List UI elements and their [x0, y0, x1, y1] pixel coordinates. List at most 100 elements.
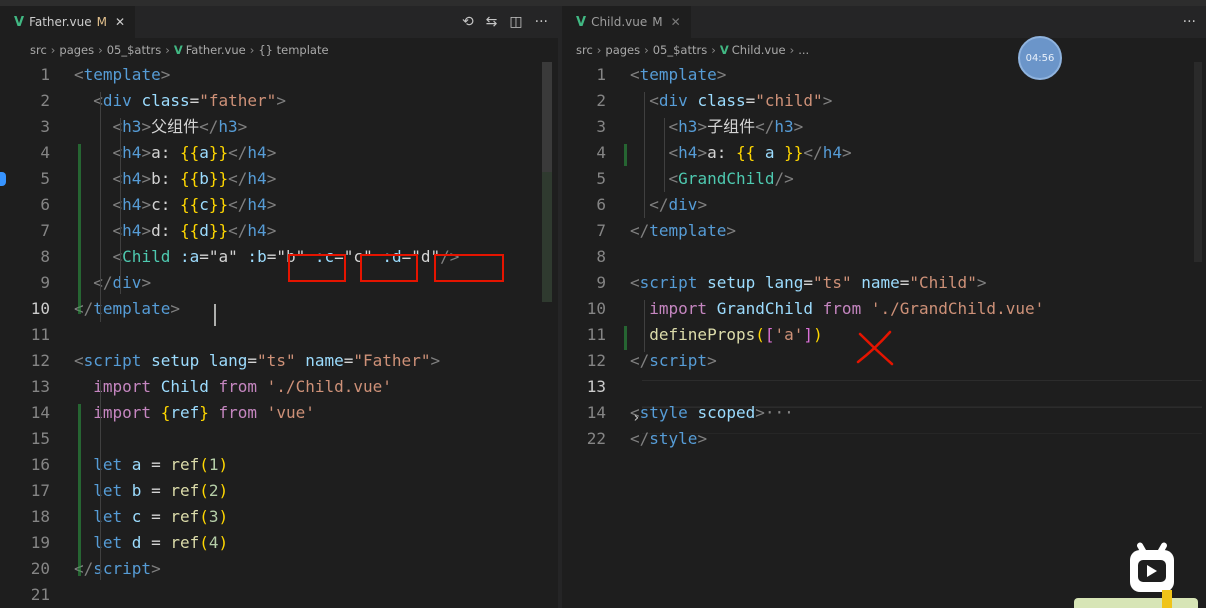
git-change-marker: [78, 144, 81, 314]
line-number: 5: [40, 169, 50, 188]
code-token: }: [199, 403, 209, 422]
more-actions-icon[interactable]: ···: [535, 14, 548, 30]
code-line[interactable]: 5 <h4>b: {{b}}</h4>: [0, 166, 558, 192]
indent-guide: [100, 380, 101, 580]
code-token: scoped: [687, 403, 756, 422]
breadcrumb-item[interactable]: Father.vue: [186, 43, 246, 57]
tab-label: Child.vue: [591, 15, 648, 29]
tab-father-vue[interactable]: V Father.vue M ✕: [0, 6, 136, 38]
indent-guide: [644, 92, 645, 218]
breadcrumb-item[interactable]: {} template: [258, 43, 328, 57]
breadcrumb-item[interactable]: pages: [605, 43, 640, 57]
code-line[interactable]: 3 <h3>父组件</h3>: [0, 114, 558, 140]
code-line[interactable]: 22 </style>: [562, 426, 1206, 452]
code-token: script: [83, 351, 142, 370]
close-icon[interactable]: ✕: [671, 15, 681, 29]
code-token: </: [755, 117, 775, 136]
editor-pane-father: V Father.vue M ✕ ⟲ ⇆ ◫ ··· src › pages › 0…: [0, 6, 558, 608]
breadcrumb-item[interactable]: pages: [59, 43, 94, 57]
code-token: >: [697, 117, 708, 136]
line-number: 12: [30, 351, 50, 370]
code-line[interactable]: 20 </script>: [0, 556, 558, 582]
vue-file-icon: V: [576, 14, 587, 30]
code-editor[interactable]: 1 <template> 2 <div class="child"> 3 <h3>子组…: [562, 62, 1206, 452]
code-token: "a": [208, 247, 238, 266]
timeline-icon[interactable]: ⟲: [462, 14, 474, 30]
split-editor-icon[interactable]: ◫: [509, 14, 522, 30]
vertical-scrollbar[interactable]: [542, 62, 552, 172]
code-line[interactable]: 1 <template>: [0, 62, 558, 88]
code-token: </: [803, 143, 823, 162]
code-line[interactable]: 10 import GrandChild from './GrandChild.…: [562, 296, 1206, 322]
code-line[interactable]: 3 <h3>子组件</h3>: [562, 114, 1206, 140]
breadcrumb-item[interactable]: src: [30, 43, 47, 57]
code-line[interactable]: 16 let a = ref(1): [0, 452, 558, 478]
code-token: template: [93, 299, 171, 318]
code-token: a: [122, 455, 142, 474]
breadcrumb-item[interactable]: 05_$attrs: [107, 43, 162, 57]
vertical-scrollbar[interactable]: [1194, 62, 1202, 262]
code-line[interactable]: 1 <template>: [562, 62, 1206, 88]
breadcrumb-item[interactable]: ...: [798, 43, 809, 57]
code-token: div: [668, 195, 698, 214]
code-line[interactable]: 9 <script setup lang="ts" name="Child">: [562, 270, 1206, 296]
code-line[interactable]: 7 <h4>d: {{d}}</h4>: [0, 218, 558, 244]
code-line[interactable]: 7 </template>: [562, 218, 1206, 244]
code-line[interactable]: 4 <h4>a: {{ a }}</h4>: [562, 140, 1206, 166]
code-line[interactable]: 4 <h4>a: {{a}}</h4>: [0, 140, 558, 166]
code-token: }}: [208, 169, 229, 188]
line-number: 1: [40, 65, 50, 84]
code-line[interactable]: 17 let b = ref(2): [0, 478, 558, 504]
breadcrumb-item[interactable]: src: [576, 43, 593, 57]
code-token: lang: [755, 273, 804, 292]
code-token: d: [122, 533, 142, 552]
code-token: (: [199, 455, 209, 474]
code-token: >: [276, 91, 286, 110]
code-token: from: [208, 403, 258, 422]
line-number: 5: [596, 169, 606, 188]
code-token: ): [218, 481, 229, 500]
code-token: ): [813, 325, 823, 344]
tab-child-vue[interactable]: V Child.vue M ✕: [562, 6, 691, 38]
code-line[interactable]: 6 <h4>c: {{c}}</h4>: [0, 192, 558, 218]
code-token: ref: [170, 455, 200, 474]
code-line[interactable]: 18 let c = ref(3): [0, 504, 558, 530]
code-line[interactable]: 13: [562, 374, 1206, 400]
code-line[interactable]: 8: [562, 244, 1206, 270]
more-actions-icon[interactable]: ···: [1183, 14, 1196, 30]
code-token: b: [199, 169, 209, 188]
code-line[interactable]: 10 </template>: [0, 296, 558, 322]
close-icon[interactable]: ✕: [115, 15, 125, 29]
code-editor[interactable]: 1 <template> 2 <div class="father"> 3 <h3>父…: [0, 62, 558, 608]
breadcrumb-item[interactable]: 05_$attrs: [653, 43, 708, 57]
editor-pane-child: V Child.vue M ✕ ··· src › pages › 05_$attr…: [562, 6, 1206, 608]
chevron-right-icon[interactable]: ›: [632, 410, 640, 426]
code-token: <: [93, 91, 103, 110]
code-token: GrandChild: [707, 299, 814, 318]
code-line[interactable]: 19 let d = ref(4): [0, 530, 558, 556]
code-token: ···: [764, 403, 794, 422]
line-number: 2: [596, 91, 606, 110]
code-line[interactable]: 11: [0, 322, 558, 348]
code-token: :a: [170, 247, 200, 266]
breadcrumb-item[interactable]: Child.vue: [732, 43, 786, 57]
code-line[interactable]: 5 <GrandChild/>: [562, 166, 1206, 192]
code-line[interactable]: 14 <style scoped>···: [562, 400, 1206, 426]
code-line[interactable]: 12 <script setup lang="ts" name="Father">: [0, 348, 558, 374]
line-number: 13: [586, 377, 606, 396]
code-token: template: [639, 65, 717, 84]
code-token: template: [83, 65, 161, 84]
code-line[interactable]: 21: [0, 582, 558, 608]
code-line[interactable]: 14 import {ref} from 'vue': [0, 400, 558, 426]
code-line[interactable]: 2 <div class="child">: [562, 88, 1206, 114]
code-token: >: [151, 559, 161, 578]
code-line[interactable]: 6 </div>: [562, 192, 1206, 218]
compare-changes-icon[interactable]: ⇆: [486, 14, 498, 30]
code-line[interactable]: 2 <div class="father">: [0, 88, 558, 114]
code-line[interactable]: 13 import Child from './Child.vue': [0, 374, 558, 400]
code-line[interactable]: 15: [0, 426, 558, 452]
